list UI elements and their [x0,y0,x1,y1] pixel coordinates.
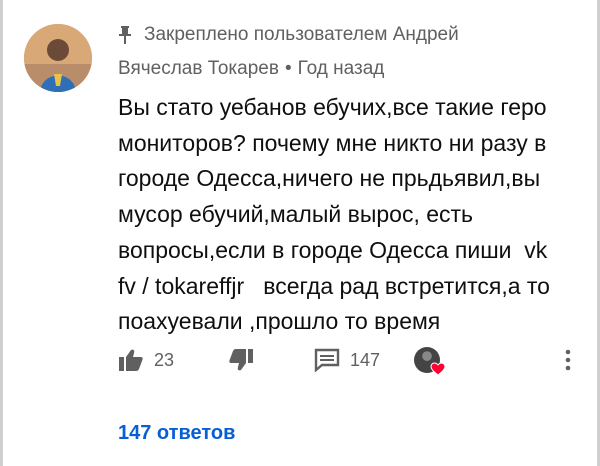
frame-left-border [0,0,3,466]
more-vert-icon [565,349,571,371]
reply-button[interactable]: 147 [314,344,380,376]
like-button[interactable]: 23 [118,344,174,376]
dislike-button[interactable] [228,344,254,376]
view-replies-link[interactable]: 147 ответов [118,422,235,445]
meta-separator: • [284,58,292,79]
creator-heart [414,344,454,376]
author-avatar[interactable] [24,24,92,92]
comment-actions: 23 147 [118,344,580,376]
pinned-label: Закреплено пользователем Андрей [144,24,459,45]
thumb-up-icon [119,349,143,371]
pinned-indicator: Закреплено пользователем Андрей [118,24,459,46]
reply-count: 147 [350,349,381,370]
author-name[interactable]: Вячеслав Токарев [118,58,279,79]
comment-time[interactable]: Год назад [298,58,385,79]
more-options-button[interactable] [564,344,572,376]
thumb-down-icon [229,349,253,371]
comment-icon [314,348,340,372]
heart-icon [430,362,446,376]
like-count: 23 [154,349,175,370]
pin-icon [119,26,131,44]
comment-meta: Вячеслав Токарев • Год назад [118,58,384,80]
comment-text: Вы стато уебанов ебучих,все такие геро м… [118,94,550,335]
